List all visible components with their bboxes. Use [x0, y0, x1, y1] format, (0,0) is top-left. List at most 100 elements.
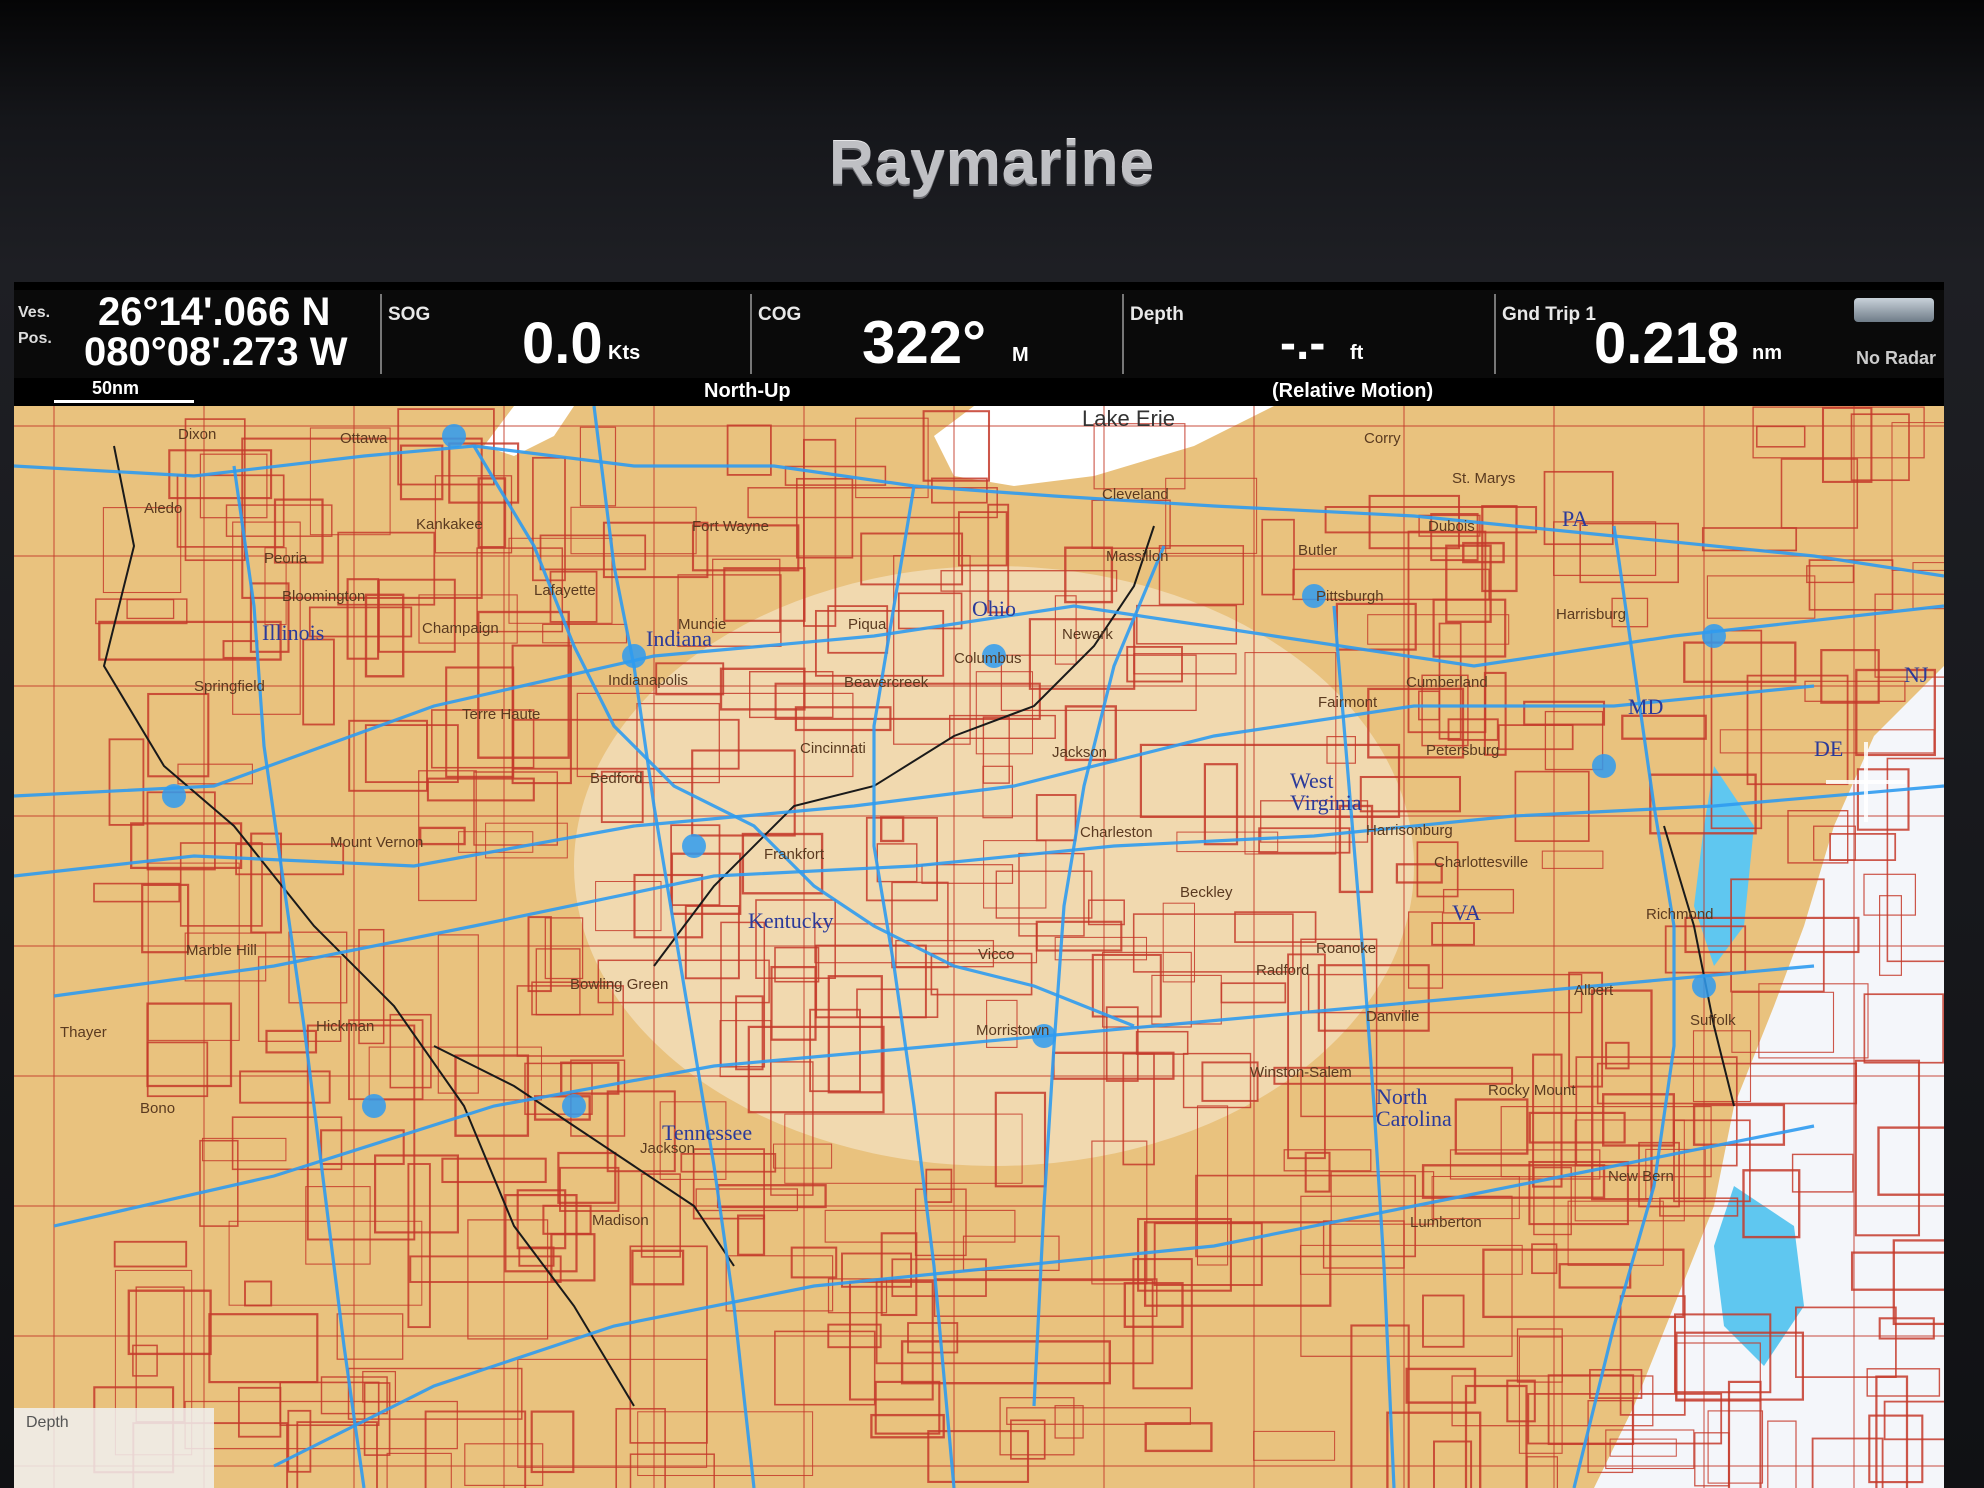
place-label: Madison	[592, 1212, 649, 1229]
vessel-position-cell[interactable]: Ves. Pos. 26°14'.066 N 080°08'.273 W	[14, 290, 380, 378]
depth-unit: ft	[1350, 342, 1364, 364]
city-marker	[162, 784, 186, 808]
chart-coverage-box	[874, 1380, 941, 1435]
chart-coverage-box	[201, 1137, 287, 1162]
place-label: Jackson	[640, 1140, 696, 1157]
chart-coverage-box	[302, 638, 335, 726]
sog-unit: Kts	[608, 342, 641, 364]
chart-coverage-box	[927, 1430, 1030, 1483]
chart-coverage-box	[108, 738, 145, 826]
chart-coverage-box	[237, 1386, 282, 1438]
chart-coverage-box	[542, 623, 628, 644]
place-label: Albert	[1574, 982, 1614, 999]
chart-coverage-box	[532, 456, 566, 582]
region-label: West Virginia	[1290, 768, 1362, 815]
chart-coverage-box	[1153, 1222, 1263, 1286]
chart-coverage-box	[914, 1188, 967, 1257]
chart-coverage-box	[419, 826, 466, 846]
place-label: Bono	[140, 1100, 176, 1117]
region-label: Ohio	[972, 596, 1016, 621]
place-label: Butler	[1298, 542, 1338, 559]
cursor-crosshair[interactable]	[1826, 742, 1906, 822]
place-label: Morristown	[976, 1022, 1050, 1039]
region-label: MD	[1628, 694, 1664, 719]
depth-panel: Depth	[14, 1408, 214, 1488]
chart-coverage-box	[437, 934, 479, 1094]
place-label: Radford	[1256, 962, 1310, 979]
motion-mode[interactable]: (Relative Motion)	[1272, 380, 1433, 403]
chart-coverage-box	[93, 882, 181, 903]
chart-coverage-box	[146, 1002, 233, 1088]
place-label: Pittsburgh	[1316, 588, 1384, 605]
chart-coverage-box	[1196, 1105, 1229, 1266]
region-label: Kentucky	[748, 908, 834, 933]
chart-coverage-box	[1006, 1407, 1192, 1425]
sog-label: SOG	[388, 304, 431, 325]
chart-coverage-box	[527, 916, 552, 993]
place-label: Kankakee	[416, 516, 483, 533]
place-label: Mount Vernon	[330, 834, 424, 851]
trip-label: Gnd Trip 1	[1502, 304, 1596, 325]
chart-coverage-box	[570, 506, 697, 555]
chart-scale-label: 50nm	[92, 378, 140, 398]
chart-coverage-box	[795, 477, 854, 559]
region-label: VA	[1452, 900, 1481, 925]
chart-coverage-box	[629, 1245, 708, 1444]
chart-coverage-box	[1541, 850, 1604, 869]
chart-display: Ves. Pos. 26°14'.066 N 080°08'.273 W SOG…	[14, 282, 1944, 1488]
chart-scale-bar	[54, 400, 194, 403]
trip-unit: nm	[1752, 342, 1782, 364]
radar-status: No Radar	[1856, 348, 1937, 368]
chart-coverage-box	[364, 724, 459, 784]
chart-coverage-box	[1526, 1456, 1559, 1488]
place-label: Lake Erie	[1082, 406, 1175, 431]
place-label: Jackson	[1052, 744, 1108, 761]
chart-coverage-box	[736, 1214, 766, 1256]
place-label: Harrisburg	[1556, 606, 1627, 623]
cog-cell[interactable]: COG 322° M	[750, 290, 1122, 378]
chart-coverage-box	[1481, 505, 1518, 593]
cog-value: 322°	[862, 309, 987, 376]
place-label: Champaign	[422, 620, 499, 637]
trip-cell[interactable]: Gnd Trip 1 0.218 nm	[1494, 290, 1834, 378]
place-label: Cleveland	[1102, 486, 1169, 503]
chart-coverage-box	[146, 1041, 209, 1098]
chart-coverage-box	[790, 1246, 838, 1279]
radar-icon[interactable]	[1854, 298, 1934, 322]
chart-coverage-box	[1558, 1263, 1632, 1289]
orientation-mode[interactable]: North-Up	[704, 380, 791, 403]
depth-cell[interactable]: Depth -.- ft	[1122, 290, 1494, 378]
place-label: Hickman	[316, 1018, 375, 1035]
chart-coverage-box	[542, 1204, 592, 1235]
place-label: Dubois	[1428, 518, 1475, 535]
chart-coverage-box	[1528, 1111, 1626, 1144]
chart-coverage-box	[680, 1153, 777, 1173]
place-label: Beckley	[1180, 884, 1233, 901]
place-label: Cumberland	[1406, 674, 1488, 691]
place-label: Bowling Green	[570, 976, 669, 993]
chart-coverage-box	[1806, 565, 1855, 584]
sog-cell[interactable]: SOG 0.0 Kts	[380, 290, 750, 378]
chart-coverage-box	[539, 534, 647, 571]
depth-value: -.-	[1280, 317, 1326, 370]
place-label: Aledo	[144, 500, 183, 517]
chart-coverage-box	[1756, 425, 1806, 448]
chart-coverage-box	[1253, 1430, 1336, 1461]
place-label: Lafayette	[534, 582, 596, 599]
chart-coverage-box	[244, 1280, 273, 1307]
chart-coverage-box	[1780, 458, 1859, 529]
chart-coverage-box	[692, 1148, 765, 1220]
position-label-bottom: Pos.	[18, 330, 52, 347]
chart-map[interactable]: Illinois Indiana Ohio Kentucky West Virg…	[14, 406, 1944, 1488]
place-label: Bedford	[590, 770, 643, 787]
chart-coverage-box	[102, 507, 182, 594]
latitude-value: 26°14'.066 N	[98, 290, 331, 334]
place-label: Lumberton	[1410, 1214, 1482, 1231]
chart-coverage-box	[1422, 1294, 1465, 1348]
city-marker	[562, 1094, 586, 1118]
chart-coverage-box	[925, 1168, 953, 1203]
place-label: New Bern	[1608, 1168, 1674, 1185]
sog-value: 0.0	[522, 311, 603, 376]
city-marker	[1592, 754, 1616, 778]
place-label: Richmond	[1646, 906, 1714, 923]
